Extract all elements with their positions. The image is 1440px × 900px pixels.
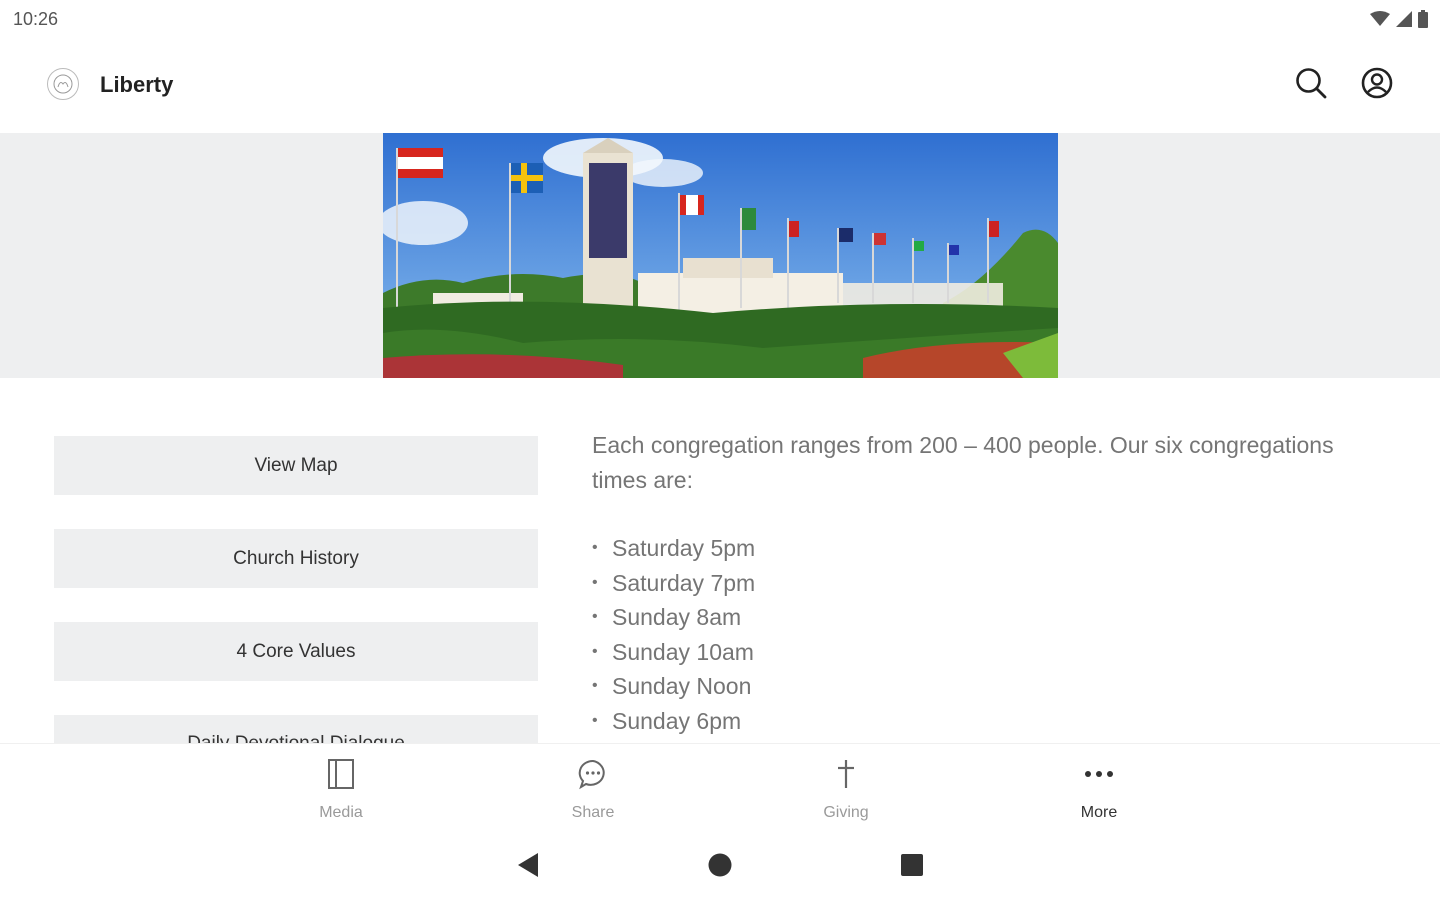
tab-giving-label: Giving [823,804,869,821]
back-triangle-icon [516,852,540,883]
link-button-list: View Map Church History 4 Core Values Da… [54,436,538,743]
tab-giving[interactable]: Giving [786,756,906,828]
cross-icon [835,756,857,792]
list-item: Sunday 6pm [592,704,1392,739]
list-item: Sunday 10am [592,635,1392,670]
bottom-tab-bar: Media Share Giving More [0,743,1440,833]
tab-more[interactable]: More [1039,756,1159,828]
recents-square-icon [900,853,924,882]
home-circle-icon [707,852,733,883]
scroll-content[interactable]: View Map Church History 4 Core Values Da… [0,0,1440,743]
tab-share-label: Share [571,804,615,821]
home-button[interactable] [703,850,737,884]
back-button[interactable] [511,850,545,884]
daily-devotional-button[interactable]: Daily Devotional Dialogue [54,715,538,743]
core-values-button[interactable]: 4 Core Values [54,622,538,681]
list-item: Saturday 7pm [592,566,1392,601]
view-map-button[interactable]: View Map [54,436,538,495]
tab-more-label: More [1080,804,1118,821]
tab-media-label: Media [319,804,363,821]
more-dots-icon [1084,756,1114,792]
system-navigation-bar [0,833,1440,900]
chat-bubble-icon [577,756,609,792]
congregation-info: Each congregation ranges from 200 – 400 … [592,428,1392,738]
service-times-list: Saturday 5pm Saturday 7pm Sunday 8am Sun… [592,531,1392,738]
tab-media[interactable]: Media [281,756,401,828]
tab-share[interactable]: Share [533,756,653,828]
congregation-intro: Each congregation ranges from 200 – 400 … [592,432,1334,493]
church-history-button[interactable]: Church History [54,529,538,588]
list-item: Sunday Noon [592,669,1392,704]
list-item: Sunday 8am [592,600,1392,635]
list-item: Saturday 5pm [592,531,1392,566]
book-icon [327,756,355,792]
recents-button[interactable] [895,850,929,884]
